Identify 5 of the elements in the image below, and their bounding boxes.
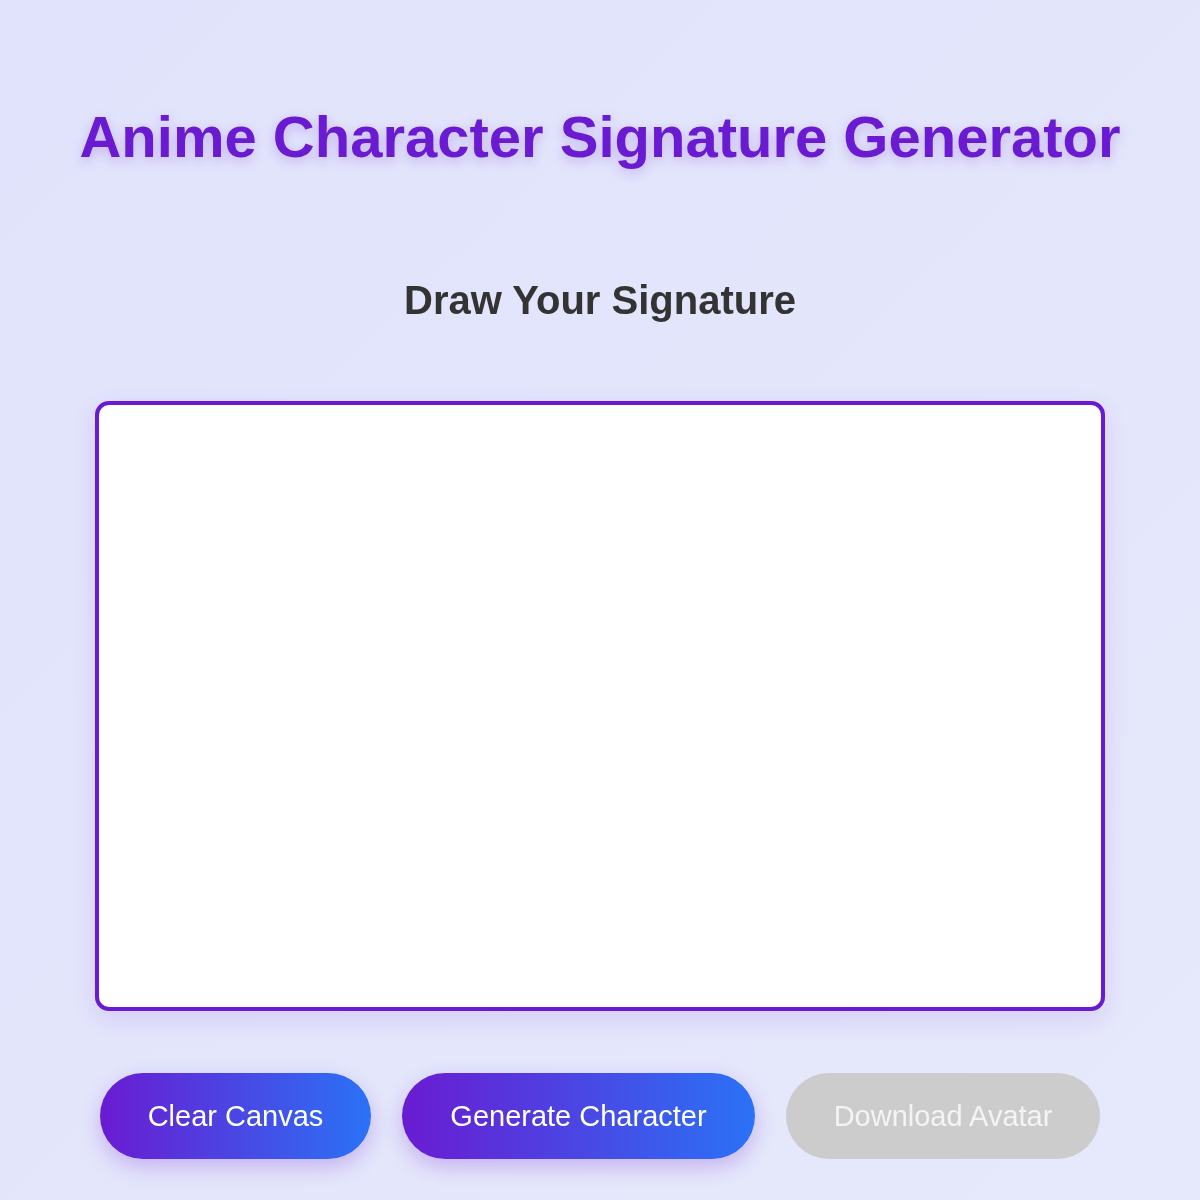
page-title: Anime Character Signature Generator — [79, 103, 1121, 171]
action-button[interactable]: Clear Canvas — [99, 1073, 372, 1159]
drawing-canvas[interactable] — [95, 401, 1105, 1011]
section-heading: Draw Your Signature — [404, 277, 796, 324]
action-button[interactable]: Generate Character — [402, 1073, 755, 1159]
